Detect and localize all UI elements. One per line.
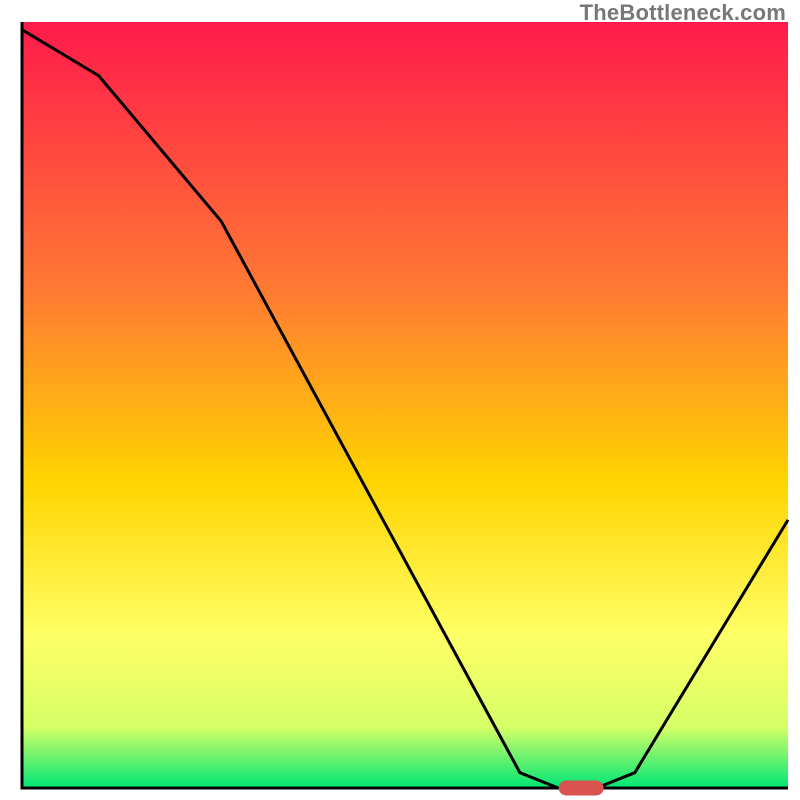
gradient-background	[22, 22, 788, 788]
bottleneck-chart	[0, 0, 800, 800]
watermark: TheBottleneck.com	[580, 0, 786, 26]
optimum-marker	[559, 781, 603, 795]
